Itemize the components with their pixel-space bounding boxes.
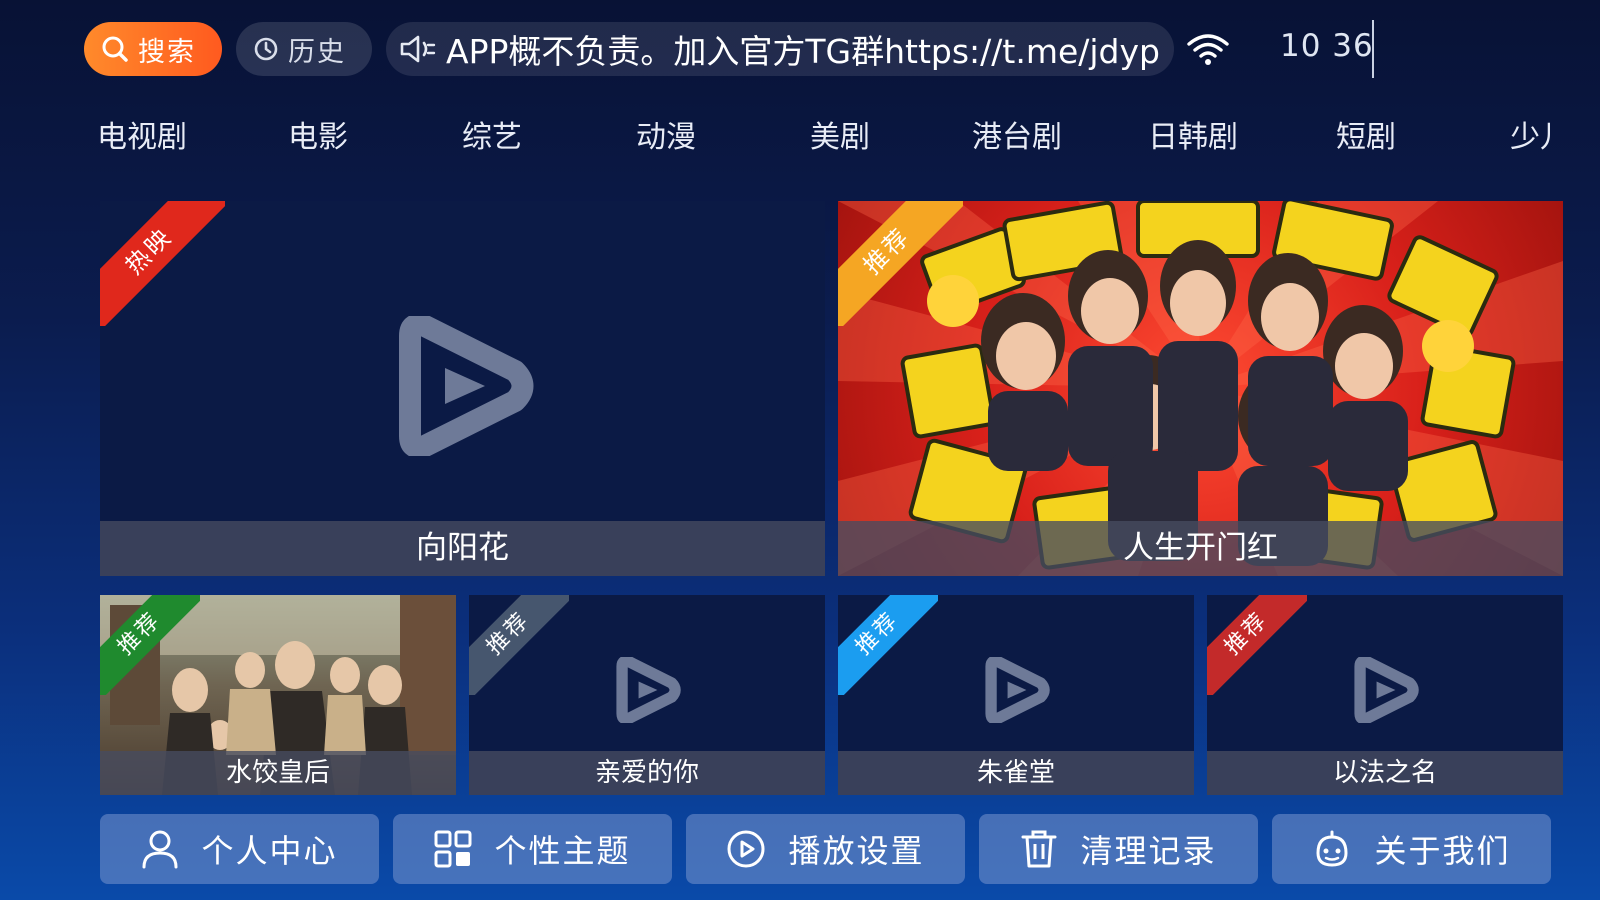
clock-icon [254,37,278,61]
badge-text: 推荐 [100,595,200,695]
search-label: 搜索 [138,36,196,68]
card-title: 水饺皇后 [100,751,456,795]
theme-button[interactable]: 个性主题 [393,814,672,884]
clock-time: 10 36 [1280,28,1374,64]
badge-hot: 热映 [100,201,225,326]
about-us-button[interactable]: 关于我们 [1272,814,1551,884]
menu-label: 关于我们 [1374,832,1511,870]
personal-center-button[interactable]: 个人中心 [100,814,379,884]
robot-icon [1316,830,1348,867]
category-nav: 电视剧 电影 综艺 动漫 美剧 港台剧 日韩剧 短剧 少儿 [0,112,1600,168]
menu-label: 清理记录 [1080,832,1217,870]
recommend-card-zhuque-tang[interactable]: 推荐 朱雀堂 [838,595,1194,795]
featured-card-rensheng-kaimenhong[interactable]: 推荐 人生开门红 [838,201,1563,576]
grid-icon [434,830,472,868]
menu-label: 个性主题 [494,832,631,870]
wifi-icon [1186,32,1230,70]
badge-text: 推荐 [838,201,963,326]
search-button[interactable]: 搜索 [84,22,222,76]
notice-marquee: APP概不负责。加入官方TG群https://t.me/jdyp [386,22,1174,76]
card-title: 以法之名 [1207,751,1563,795]
nav-tab-tv-series[interactable]: 电视剧 [97,112,187,156]
badge-recommend: 推荐 [1207,595,1307,695]
featured-card-xiangyanghua[interactable]: 热映 向阳花 [100,201,825,576]
recommend-card-yifa-zhiming[interactable]: 推荐 以法之名 [1207,595,1563,795]
menu-label: 播放设置 [788,832,925,870]
menu-label: 个人中心 [201,832,338,870]
card-title: 人生开门红 [838,521,1563,576]
clock-divider [1372,20,1374,78]
play-placeholder-icon [399,316,534,456]
badge-recommend: 推荐 [838,595,938,695]
card-title: 朱雀堂 [838,751,1194,795]
nav-tab-variety[interactable]: 综艺 [462,112,522,156]
badge-recommend: 推荐 [838,201,963,326]
nav-tab-kids[interactable]: 少儿 [1510,112,1550,156]
card-title: 向阳花 [100,521,825,576]
nav-tab-us-drama[interactable]: 美剧 [810,112,870,156]
badge-text: 推荐 [1207,595,1307,695]
user-icon [142,830,178,869]
top-bar: 搜索 历史 APP概不负责。加入官方TG群https://t.me/jdyp 1… [0,0,1600,100]
badge-text: 推荐 [469,595,569,695]
nav-tab-jp-kr-drama[interactable]: 日韩剧 [1148,112,1238,156]
speaker-icon [400,35,436,63]
nav-tab-short-drama[interactable]: 短剧 [1336,112,1396,156]
play-placeholder-icon [1354,657,1419,723]
clear-history-button[interactable]: 清理记录 [979,814,1258,884]
badge-recommend: 推荐 [100,595,200,695]
play-circle-icon [727,830,765,868]
history-button[interactable]: 历史 [236,22,372,76]
play-placeholder-icon [616,657,681,723]
badge-text: 热映 [100,201,225,326]
notice-text: APP概不负责。加入官方TG群https://t.me/jdyp [446,32,1160,71]
trash-icon [1021,830,1057,868]
nav-tab-movies[interactable]: 电影 [288,112,348,156]
recommend-card-qinai-de-ni[interactable]: 推荐 亲爱的你 [469,595,825,795]
badge-recommend: 推荐 [469,595,569,695]
badge-text: 推荐 [838,595,938,695]
play-placeholder-icon [985,657,1050,723]
recommend-card-shuijiao-huanghou[interactable]: 推荐 水饺皇后 [100,595,456,795]
card-title: 亲爱的你 [469,751,825,795]
search-icon [102,36,128,62]
playback-settings-button[interactable]: 播放设置 [686,814,965,884]
nav-tab-hk-tw-drama[interactable]: 港台剧 [972,112,1062,156]
bottom-menu: 个人中心 个性主题 播放设置 清理记录 关于我们 [0,814,1600,884]
history-label: 历史 [288,36,346,68]
nav-tab-anime[interactable]: 动漫 [636,112,696,156]
